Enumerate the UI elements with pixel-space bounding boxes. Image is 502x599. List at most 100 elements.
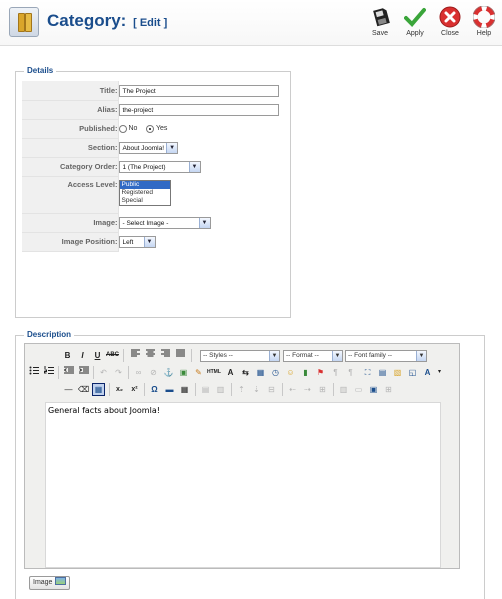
- row-after-button[interactable]: ⇣: [250, 383, 263, 396]
- help-button[interactable]: Help: [467, 6, 501, 37]
- format-select[interactable]: -- Format -- ▼: [283, 350, 343, 362]
- row-props-button[interactable]: ▤: [199, 383, 212, 396]
- save-button[interactable]: Save: [363, 6, 397, 37]
- bullet-list-icon: [29, 366, 39, 375]
- title-field[interactable]: The Project: [118, 84, 279, 97]
- image-select[interactable]: - Select Image - ▼: [118, 216, 211, 229]
- alias-field[interactable]: the-project: [118, 103, 279, 116]
- published-label: Published:: [22, 119, 119, 139]
- bullet-list-button[interactable]: [27, 366, 40, 379]
- underline-button[interactable]: U: [91, 349, 104, 362]
- editor-content-area[interactable]: General facts about Joomla!: [45, 402, 441, 568]
- access-option-registered[interactable]: Registered: [120, 189, 170, 197]
- align-justify-button[interactable]: [174, 349, 187, 362]
- insert-date-button[interactable]: ▦: [254, 366, 267, 379]
- replace-button[interactable]: ⇆: [239, 366, 252, 379]
- strikethrough-button[interactable]: ABC: [106, 349, 119, 362]
- insert-time-button[interactable]: ◷: [269, 366, 282, 379]
- align-center-button[interactable]: [144, 349, 157, 362]
- merge-cells-button[interactable]: ▭: [352, 383, 365, 396]
- page-title: Category: [ Edit ]: [47, 11, 168, 30]
- numbered-list-button[interactable]: [42, 366, 55, 379]
- bold-button[interactable]: B: [61, 349, 74, 362]
- align-justify-icon: [176, 349, 185, 357]
- access-option-special[interactable]: Special: [120, 197, 170, 205]
- find-button[interactable]: A: [224, 366, 237, 379]
- page-subtitle: [ Edit ]: [133, 17, 168, 29]
- paste-word-button[interactable]: ▧: [391, 366, 404, 379]
- styles-select[interactable]: -- Styles -- ▼: [200, 350, 280, 362]
- align-right-button[interactable]: [159, 349, 172, 362]
- row-before-button[interactable]: ⇡: [235, 383, 248, 396]
- fullscreen-button[interactable]: ⛶: [361, 366, 374, 379]
- align-left-icon: [131, 349, 140, 357]
- outdent-button[interactable]: [62, 366, 75, 379]
- absolute-button[interactable]: ⊞: [382, 383, 395, 396]
- published-no-radio[interactable]: [118, 124, 127, 133]
- page-header: Category: [ Edit ] Save Apply Close Help: [0, 0, 502, 46]
- subscript-button[interactable]: x₂: [113, 383, 126, 396]
- apply-button[interactable]: Apply: [398, 6, 432, 37]
- editor-content-text: General facts about Joomla!: [48, 406, 160, 415]
- special-char-button[interactable]: Ω: [148, 383, 161, 396]
- unlink-button[interactable]: ⊘: [147, 366, 160, 379]
- ltr-button[interactable]: ¶: [329, 366, 342, 379]
- cell-props-button[interactable]: ▥: [214, 383, 227, 396]
- delete-row-button[interactable]: ⊟: [265, 383, 278, 396]
- access-level-listbox[interactable]: Public Registered Special: [118, 180, 171, 206]
- insert-layer-button[interactable]: ▣: [367, 383, 380, 396]
- print-button[interactable]: ⚑: [314, 366, 327, 379]
- pagebreak-button[interactable]: ▬: [163, 383, 176, 396]
- media-button[interactable]: ▮: [299, 366, 312, 379]
- table-button[interactable]: ▦: [178, 383, 191, 396]
- category-order-select[interactable]: 1 (The Project) ▼: [118, 160, 201, 173]
- section-select[interactable]: About Joomla! ▼: [118, 141, 179, 154]
- image-insert-button[interactable]: Image: [29, 576, 71, 590]
- col-before-button[interactable]: ⇠: [286, 383, 299, 396]
- access-option-public[interactable]: Public: [119, 181, 170, 189]
- link-button[interactable]: ∞: [132, 366, 145, 379]
- html-source-button[interactable]: HTML: [207, 366, 221, 379]
- insert-image-button[interactable]: ▣: [177, 366, 190, 379]
- align-right-icon: [161, 349, 170, 357]
- italic-button[interactable]: I: [76, 349, 89, 362]
- select-all-button[interactable]: ◱: [406, 366, 419, 379]
- image-icon: [55, 577, 67, 585]
- close-x-icon: [439, 6, 461, 28]
- access-level-label: Access Level:: [22, 176, 119, 214]
- col-after-button[interactable]: ⇢: [301, 383, 314, 396]
- remove-format-button[interactable]: ⌫: [77, 383, 90, 396]
- visual-aid-button[interactable]: ▦: [92, 383, 105, 396]
- anchor-button[interactable]: ⚓: [162, 366, 175, 379]
- chevron-down-icon: ▼: [269, 351, 279, 361]
- chevron-down-icon: ▼: [198, 217, 210, 228]
- font-family-select[interactable]: -- Font family -- ▼: [345, 350, 427, 362]
- delete-col-button[interactable]: ⊞: [316, 383, 329, 396]
- indent-button[interactable]: [77, 366, 90, 379]
- forecolor-dropdown-button[interactable]: ▾: [433, 366, 446, 379]
- title-label: Title:: [22, 81, 119, 101]
- category-order-label: Category Order:: [22, 157, 119, 177]
- close-button[interactable]: Close: [433, 6, 467, 37]
- undo-button[interactable]: ↶: [97, 366, 110, 379]
- split-cells-button[interactable]: ▥: [337, 383, 350, 396]
- rtl-button[interactable]: ¶: [344, 366, 357, 379]
- chevron-down-icon: ▼: [143, 236, 155, 247]
- cleanup-button[interactable]: ✎: [192, 366, 205, 379]
- image-position-select[interactable]: Left ▼: [118, 235, 156, 248]
- rich-text-editor: B I U ABC -- Styles -- ▼ -- Format -- ▼ --…: [24, 343, 460, 569]
- alias-label: Alias:: [22, 100, 119, 120]
- description-legend: Description: [24, 330, 75, 339]
- image-label: Image:: [22, 213, 119, 233]
- published-no-label: No: [128, 125, 138, 132]
- image-position-label: Image Position:: [22, 232, 119, 252]
- redo-button[interactable]: ↷: [112, 366, 125, 379]
- published-yes-radio[interactable]: [146, 124, 154, 133]
- align-left-button[interactable]: [129, 349, 142, 362]
- paste-text-button[interactable]: ▤: [376, 366, 389, 379]
- align-center-icon: [146, 349, 155, 357]
- chevron-down-icon: ▼: [416, 351, 426, 361]
- emotions-button[interactable]: ☺: [284, 366, 297, 379]
- superscript-button[interactable]: x²: [128, 383, 141, 396]
- horizontal-rule-button[interactable]: —: [62, 383, 75, 396]
